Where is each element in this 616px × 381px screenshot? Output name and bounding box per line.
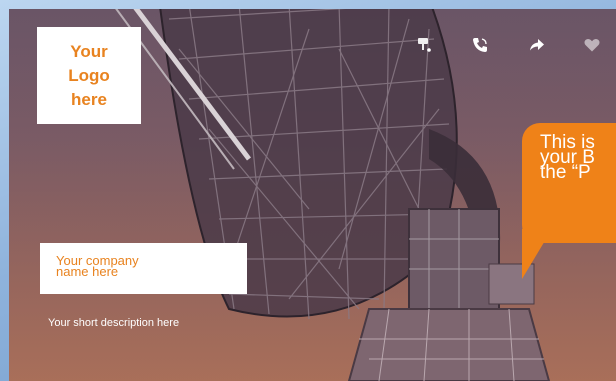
share-icon[interactable] [521, 29, 553, 61]
heart-icon[interactable] [576, 29, 608, 61]
company-name-box: Your company name here [40, 243, 247, 294]
phone-icon[interactable] [464, 29, 496, 61]
speech-bubble: This is your B the “P [522, 123, 616, 243]
logo-placeholder: Your Logo here [37, 27, 141, 124]
short-description: Your short description here [48, 317, 180, 329]
brush-icon[interactable] [408, 29, 440, 61]
page: Your Logo here Your company name here Yo… [0, 0, 616, 381]
company-name: Your company name here [56, 253, 139, 279]
hero-card: Your Logo here Your company name here Yo… [9, 9, 616, 381]
